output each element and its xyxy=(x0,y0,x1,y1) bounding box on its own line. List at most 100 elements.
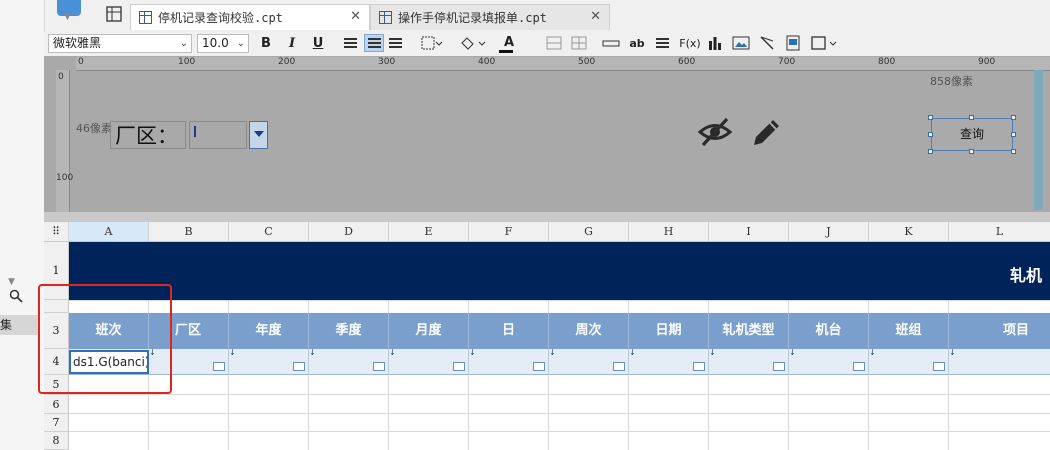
header-cell-date[interactable]: 日期 xyxy=(629,313,709,349)
align-center-button[interactable] xyxy=(364,34,384,52)
bold-button[interactable]: B xyxy=(258,35,274,53)
chevron-down-icon: ⌄ xyxy=(236,38,245,49)
header-cell-year[interactable]: 年度 xyxy=(229,313,309,349)
italic-button[interactable]: I xyxy=(284,35,300,53)
width-hint: 858像素 xyxy=(930,75,973,88)
sub-report-icon[interactable] xyxy=(786,35,800,53)
grid-splitter[interactable] xyxy=(44,212,1050,222)
data-cell-i4[interactable]: ↓ xyxy=(709,349,789,375)
header-cell-quarter[interactable]: 季度 xyxy=(309,313,389,349)
grid-line xyxy=(69,300,1050,301)
column-header-j[interactable]: J xyxy=(789,222,869,242)
chart-icon[interactable] xyxy=(707,35,723,53)
split-cells-icon[interactable] xyxy=(570,35,588,53)
eye-slash-icon[interactable] xyxy=(697,115,733,152)
report-icon xyxy=(379,11,392,24)
select-all-corner[interactable]: ⠿ xyxy=(44,222,69,242)
resize-handle[interactable] xyxy=(928,149,933,154)
header-cell-machine[interactable]: 机台 xyxy=(789,313,869,349)
image-icon[interactable] xyxy=(732,35,750,53)
rich-text-icon[interactable] xyxy=(656,38,669,49)
query-button[interactable]: 查询 xyxy=(931,118,1013,151)
data-cell-h4[interactable]: ↓ xyxy=(629,349,709,375)
data-cell-k4[interactable]: ↓ xyxy=(869,349,949,375)
grid-layout-icon[interactable] xyxy=(106,6,126,26)
formula-button[interactable]: F(x) xyxy=(679,35,701,53)
border-icon[interactable] xyxy=(420,35,444,53)
chevron-down-icon[interactable]: ▼ xyxy=(8,277,15,287)
header-cell-day[interactable]: 日 xyxy=(469,313,549,349)
chevron-down-icon[interactable]: ▼ xyxy=(64,12,71,22)
factory-label[interactable]: 厂区： xyxy=(110,121,186,149)
border-style-icon[interactable] xyxy=(810,35,840,53)
header-cell-item[interactable]: 项目 xyxy=(949,313,1050,349)
factory-combo-input[interactable] xyxy=(189,121,247,149)
font-size-select[interactable]: 10.0 ⌄ xyxy=(197,34,249,53)
column-header-h[interactable]: H xyxy=(629,222,709,242)
vertical-ruler: 0 100 xyxy=(56,70,73,212)
row-header-8[interactable]: 8 xyxy=(44,432,69,450)
column-header-l[interactable]: L xyxy=(949,222,1050,242)
widget-icon xyxy=(533,362,545,371)
expand-arrow-icon: ↓ xyxy=(709,348,716,357)
column-header-f[interactable]: F xyxy=(469,222,549,242)
column-header-b[interactable]: B xyxy=(149,222,229,242)
column-header-a[interactable]: A xyxy=(69,222,149,242)
align-right-icon[interactable] xyxy=(389,38,402,49)
row-header-7[interactable]: 7 xyxy=(44,414,69,432)
design-scrollbar[interactable] xyxy=(1034,70,1043,210)
resize-handle[interactable] xyxy=(969,149,974,154)
resize-handle[interactable] xyxy=(969,115,974,120)
column-header-k[interactable]: K xyxy=(869,222,949,242)
title-row[interactable] xyxy=(69,242,1050,300)
align-left-icon[interactable] xyxy=(344,38,357,49)
expand-arrow-icon: ↓ xyxy=(469,348,476,357)
data-cell-e4[interactable]: ↓ xyxy=(389,349,469,375)
text-tool-button[interactable]: ab xyxy=(627,35,647,53)
resize-handle[interactable] xyxy=(1011,115,1016,120)
header-cell-team[interactable]: 班组 xyxy=(869,313,949,349)
search-icon[interactable] xyxy=(9,289,23,306)
resize-handle[interactable] xyxy=(928,132,933,137)
column-header-g[interactable]: G xyxy=(549,222,629,242)
header-cell-mill-type[interactable]: 轧机类型 xyxy=(709,313,789,349)
report-icon xyxy=(139,11,152,24)
resize-handle[interactable] xyxy=(1011,149,1016,154)
data-cell-g4[interactable]: ↓ xyxy=(549,349,629,375)
close-icon[interactable]: ✕ xyxy=(590,9,601,24)
resize-handle[interactable] xyxy=(928,115,933,120)
font-family-select[interactable]: 微软雅黑 ⌄ xyxy=(48,34,192,53)
tab-query-report[interactable]: 停机记录查询校验.cpt ✕ xyxy=(130,4,370,30)
factory-dropdown-button[interactable] xyxy=(249,121,268,149)
data-cell-j4[interactable]: ↓ xyxy=(789,349,869,375)
widget-icon xyxy=(453,362,465,371)
text-field-icon[interactable] xyxy=(602,35,620,53)
row-header-6[interactable]: 6 xyxy=(44,395,69,414)
fill-color-icon[interactable] xyxy=(458,35,488,53)
underline-button[interactable]: U xyxy=(310,35,326,53)
dataset-panel-label[interactable]: 集 xyxy=(0,315,38,335)
close-icon[interactable]: ✕ xyxy=(350,9,361,24)
align-center-icon xyxy=(368,38,381,49)
pencil-icon[interactable] xyxy=(749,116,783,153)
column-header-d[interactable]: D xyxy=(309,222,389,242)
data-cell-f4[interactable]: ↓ xyxy=(469,349,549,375)
column-header-i[interactable]: I xyxy=(709,222,789,242)
widget-icon xyxy=(613,362,625,371)
merge-cells-icon[interactable] xyxy=(545,35,563,53)
widget-icon xyxy=(933,362,945,371)
expand-arrow-icon: ↓ xyxy=(389,348,396,357)
column-header-c[interactable]: C xyxy=(229,222,309,242)
column-header-e[interactable]: E xyxy=(389,222,469,242)
slash-line-icon[interactable] xyxy=(759,35,775,53)
data-cell-l4[interactable]: ↓ xyxy=(949,349,1050,375)
header-cell-month[interactable]: 月度 xyxy=(389,313,469,349)
font-color-icon[interactable]: A xyxy=(497,34,521,53)
tab-fill-report[interactable]: 操作手停机记录填报单.cpt ✕ xyxy=(370,4,610,30)
data-cell-c4[interactable]: ↓ xyxy=(229,349,309,375)
widget-icon xyxy=(213,362,225,371)
data-cell-d4[interactable]: ↓ xyxy=(309,349,389,375)
resize-handle[interactable] xyxy=(1011,132,1016,137)
expand-arrow-icon: ↓ xyxy=(949,348,956,357)
header-cell-week[interactable]: 周次 xyxy=(549,313,629,349)
